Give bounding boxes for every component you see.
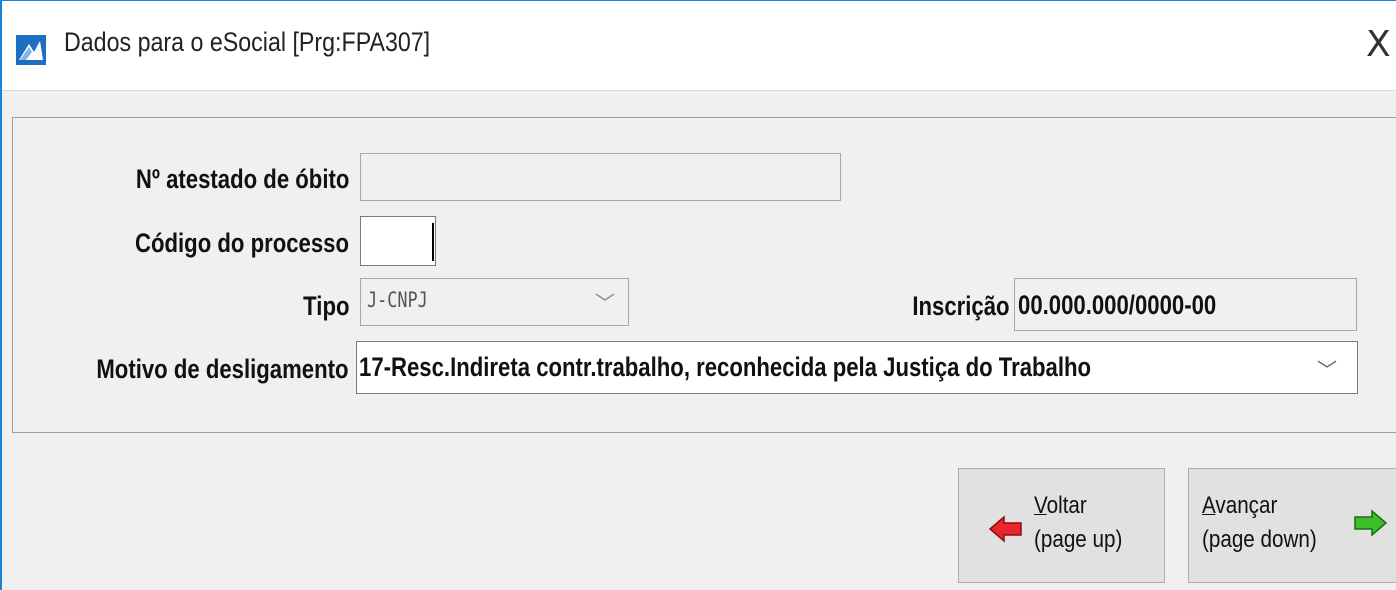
voltar-shortcut: (page up): [1034, 526, 1123, 553]
avancar-label: Avançar (page down): [1202, 489, 1317, 557]
avancar-shortcut: (page down): [1202, 526, 1317, 553]
avancar-button[interactable]: Avançar (page down): [1188, 468, 1396, 583]
inscricao-value: 00.000.000/0000-00: [1018, 290, 1217, 320]
motivo-select[interactable]: 17-Resc.Indireta contr.trabalho, reconhe…: [356, 341, 1358, 394]
avancar-label-rest: vançar: [1215, 492, 1278, 519]
avancar-mnemonic: A: [1202, 492, 1216, 519]
inscricao-label: Inscrição: [912, 291, 1010, 321]
motivo-value: 17-Resc.Indireta contr.trabalho, reconhe…: [359, 352, 1092, 382]
voltar-mnemonic: V: [1034, 492, 1047, 519]
inscricao-input[interactable]: 00.000.000/0000-00: [1014, 278, 1357, 331]
voltar-button[interactable]: Voltar (page up): [958, 468, 1165, 583]
green-right-arrow-icon: [1354, 509, 1387, 537]
motivo-label: Motivo de desligamento: [96, 354, 349, 384]
tipo-value: J-CNPJ: [367, 288, 428, 312]
title-bar[interactable]: Dados para o eSocial [Prg:FPA307] X: [2, 1, 1396, 91]
window-title: Dados para o eSocial [Prg:FPA307]: [64, 27, 431, 57]
voltar-label: Voltar (page up): [1034, 489, 1122, 557]
atestado-input[interactable]: [360, 153, 841, 201]
text-caret: [432, 223, 434, 261]
codigo-input[interactable]: [360, 216, 436, 266]
close-icon[interactable]: X: [1366, 23, 1396, 67]
red-left-arrow-icon: [989, 515, 1022, 543]
chevron-down-icon: ﹀: [595, 291, 615, 315]
dialog-window: Dados para o eSocial [Prg:FPA307] X Nº a…: [0, 0, 1396, 590]
voltar-label-rest: oltar: [1046, 492, 1087, 519]
atestado-label: Nº atestado de óbito: [135, 164, 349, 194]
chevron-down-icon: ﹀: [1317, 358, 1337, 382]
tipo-select[interactable]: J-CNPJ ﹀: [360, 278, 629, 326]
codigo-label: Código do processo: [134, 228, 349, 258]
tipo-label: Tipo: [302, 291, 349, 321]
app-icon: [16, 35, 46, 65]
